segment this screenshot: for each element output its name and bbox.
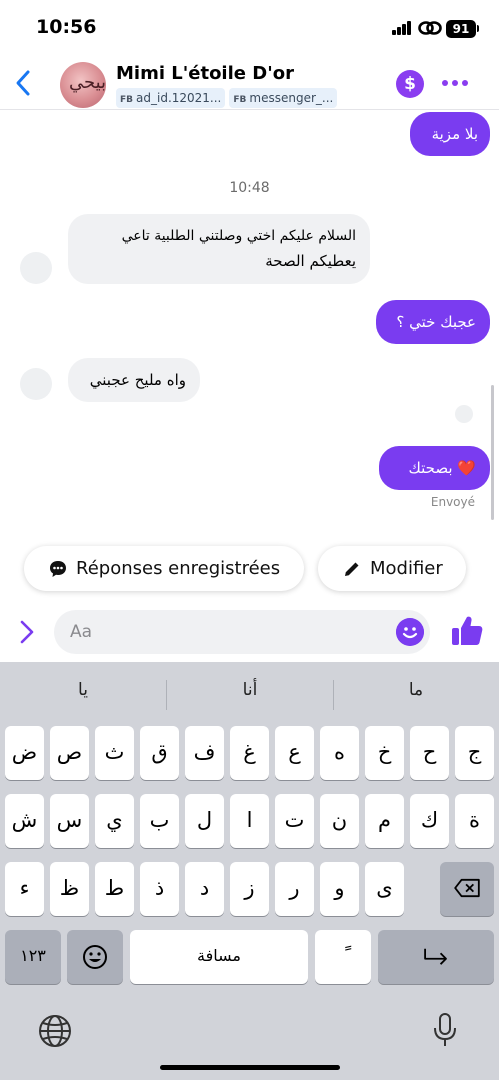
key[interactable]: ت [275, 794, 314, 848]
return-arrow-icon [424, 948, 447, 965]
payment-dollar-icon[interactable]: $ [396, 70, 424, 98]
chat-header: ابيحي Mimi L'étoile D'or FBad_id.12021..… [0, 56, 499, 110]
emoji-key[interactable] [67, 930, 123, 984]
return-key[interactable] [378, 930, 494, 984]
scrollbar[interactable] [491, 385, 494, 520]
cellular-signal-icon [392, 21, 412, 35]
key[interactable]: غ [230, 726, 269, 780]
key[interactable]: ة [455, 794, 494, 848]
read-receipt-avatar [455, 405, 473, 423]
key[interactable]: ي [95, 794, 134, 848]
key[interactable]: ص [50, 726, 89, 780]
sent-status: Envoyé [430, 495, 475, 509]
battery-tip [477, 25, 479, 32]
message-input[interactable] [70, 610, 370, 654]
avatar-text: ابيحي [69, 72, 106, 93]
message-incoming[interactable]: واه مليح عجبني [68, 358, 200, 402]
key[interactable]: ذ [140, 862, 179, 916]
key[interactable]: ا [230, 794, 269, 848]
key[interactable]: ف [185, 726, 224, 780]
key[interactable]: د [185, 862, 224, 916]
key[interactable]: ر [275, 862, 314, 916]
edit-button[interactable]: Modifier [318, 546, 466, 591]
emoji-icon[interactable] [396, 618, 424, 646]
message-incoming[interactable]: السلام عليكم اختي وصلتني الطلبية تاعي يع… [68, 214, 370, 284]
status-bar: 10:56 91 [0, 0, 499, 56]
contact-avatar[interactable]: ابيحي [60, 62, 106, 108]
key[interactable]: ب [140, 794, 179, 848]
backspace-icon [454, 878, 480, 898]
key[interactable]: م [365, 794, 404, 848]
delete-key[interactable] [440, 862, 494, 916]
globe-icon[interactable] [38, 1014, 72, 1048]
status-time: 10:56 [36, 16, 97, 38]
key[interactable]: ه [320, 726, 359, 780]
key[interactable]: ز [230, 862, 269, 916]
message-line: يعطيكم الصحة [265, 252, 356, 270]
message-timestamp: 10:48 [229, 180, 270, 196]
ad-id-tag[interactable]: FB ad_id.12021... [116, 88, 226, 108]
keyboard-suggestion[interactable]: يا [0, 680, 166, 700]
key[interactable]: و [320, 862, 359, 916]
microphone-icon[interactable] [432, 1012, 458, 1048]
chat-bubble-icon [50, 560, 66, 577]
key[interactable]: س [50, 794, 89, 848]
tag-text: messenger_... [249, 91, 334, 105]
tag-text: ad_id.12021... [136, 91, 222, 105]
edit-label: Modifier [370, 558, 443, 579]
contact-name[interactable]: Mimi L'étoile D'or [116, 63, 294, 84]
key[interactable]: ى [365, 862, 404, 916]
key[interactable]: ع [275, 726, 314, 780]
suggestion-divider [166, 680, 167, 710]
key[interactable]: ق [140, 726, 179, 780]
key[interactable]: ء [5, 862, 44, 916]
key[interactable]: ن [320, 794, 359, 848]
contact-tags: FB ad_id.12021... FB messenger_... [116, 88, 338, 108]
message-outgoing[interactable]: بلا مزية [410, 112, 490, 156]
tag-prefix: FB [233, 95, 247, 105]
back-arrow-icon[interactable] [12, 68, 36, 98]
key[interactable]: ش [5, 794, 44, 848]
tag-prefix: FB [120, 95, 134, 105]
home-indicator [160, 1065, 340, 1070]
thumbs-up-icon[interactable] [450, 614, 484, 648]
sender-avatar [20, 368, 52, 400]
key[interactable]: ظ [50, 862, 89, 916]
more-options-icon[interactable] [442, 80, 468, 88]
message-composer[interactable] [54, 610, 430, 654]
numbers-key[interactable]: ١٢٣ [5, 930, 61, 984]
space-key[interactable]: مسافة [130, 930, 308, 984]
keyboard-suggestion[interactable]: ما [333, 680, 499, 700]
saved-replies-button[interactable]: Réponses enregistrées [24, 546, 304, 591]
emoji-icon [83, 945, 107, 969]
link-icon [418, 21, 442, 35]
suggestion-divider [333, 680, 334, 710]
key[interactable]: ث [95, 726, 134, 780]
battery-icon: 91 [446, 20, 476, 38]
pencil-icon [345, 562, 359, 576]
key[interactable]: ج [455, 726, 494, 780]
messenger-tag[interactable]: FB messenger_... [229, 88, 338, 108]
diacritic-key[interactable]: ً [315, 930, 371, 984]
saved-replies-label: Réponses enregistrées [76, 558, 281, 579]
sender-avatar [20, 252, 52, 284]
key[interactable]: ل [185, 794, 224, 848]
key[interactable]: ح [410, 726, 449, 780]
keyboard: ما أنا يا ج ح خ ه ع غ ف ق ث ص ض ة ك م ن … [0, 662, 499, 1080]
key[interactable]: ض [5, 726, 44, 780]
message-outgoing[interactable]: عجبك ختي ؟ [376, 300, 490, 344]
key[interactable]: ط [95, 862, 134, 916]
message-outgoing[interactable]: بصحتك ❤️ [379, 446, 490, 490]
key[interactable]: خ [365, 726, 404, 780]
key[interactable]: ك [410, 794, 449, 848]
keyboard-suggestion[interactable]: أنا [167, 680, 333, 700]
chevron-right-icon[interactable] [18, 619, 36, 645]
message-line: السلام عليكم اختي وصلتني الطلبية تاعي [121, 228, 356, 244]
